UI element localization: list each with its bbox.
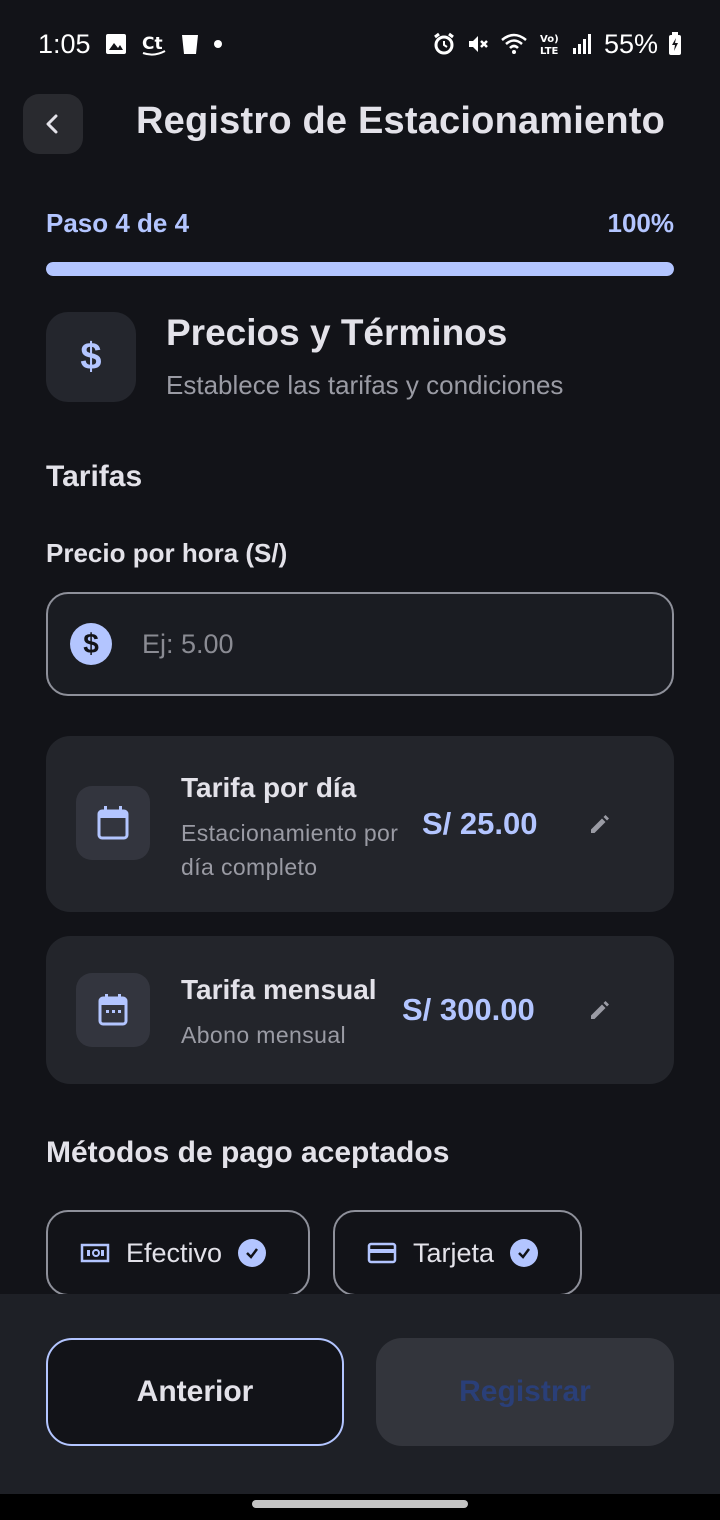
dollar-circle-icon: $ — [70, 623, 112, 665]
daily-rate-value: S/ 25.00 — [422, 806, 538, 841]
payment-chip-card[interactable]: Tarjeta — [333, 1210, 582, 1296]
monthly-rate-title: Tarifa mensual — [181, 974, 377, 1005]
dot-icon — [213, 39, 223, 49]
mute-icon — [466, 32, 490, 56]
status-left: 1:05 Ct — [38, 29, 223, 60]
check-circle-icon — [510, 1239, 539, 1267]
credit-card-icon — [367, 1242, 397, 1264]
svg-text:Vo): Vo) — [540, 34, 559, 45]
daily-rate-title: Tarifa por día — [181, 772, 357, 803]
monthly-rate-value: S/ 300.00 — [402, 992, 535, 1027]
cash-icon — [80, 1243, 110, 1263]
hourly-price-field[interactable]: $ — [46, 592, 674, 696]
status-right: Vo) LTE 55% — [432, 29, 682, 60]
ct-icon: Ct — [141, 32, 167, 56]
alarm-icon — [432, 32, 456, 56]
monthly-rate-description: Abono mensual — [181, 1022, 347, 1048]
progress-bar — [46, 262, 674, 276]
page-title: Registro de Estacionamiento — [136, 100, 666, 142]
battery-icon — [668, 32, 682, 56]
payment-methods-heading: Métodos de pago aceptados — [46, 1136, 450, 1169]
register-button[interactable]: Registrar — [376, 1338, 674, 1446]
cash-label: Efectivo — [126, 1237, 223, 1268]
svg-text:LTE: LTE — [540, 46, 559, 56]
dollar-icon: $ — [46, 312, 136, 402]
step-indicator: Paso 4 de 4 100% — [46, 208, 674, 239]
monthly-rate-card[interactable]: Tarifa mensual Abono mensual S/ 300.00 — [46, 936, 674, 1084]
status-bar: 1:05 Ct Vo) LTE 55% — [0, 0, 720, 88]
battery-percent: 55% — [603, 28, 658, 59]
daily-rate-card[interactable]: Tarifa por día Estacionamiento por día c… — [46, 736, 674, 912]
signal-icon — [572, 33, 594, 55]
back-button[interactable] — [23, 94, 83, 154]
step-percent: 100% — [607, 208, 675, 238]
section-title: Precios y Términos — [166, 312, 508, 353]
wifi-icon — [500, 32, 528, 56]
volte-icon: Vo) LTE — [538, 32, 562, 56]
check-circle-icon — [238, 1239, 267, 1267]
step-label: Paso 4 de 4 — [46, 208, 190, 238]
progress-fill — [46, 262, 674, 276]
calendar-icon — [76, 786, 150, 860]
chevron-left-icon — [46, 114, 58, 134]
tarifas-heading: Tarifas — [46, 460, 143, 493]
app-header: Registro de Estacionamiento — [0, 92, 720, 156]
calendar-month-icon — [76, 973, 150, 1047]
bottom-action-bar: Anterior Registrar — [0, 1294, 720, 1494]
edit-icon[interactable] — [586, 810, 614, 838]
svg-text:Ct: Ct — [142, 34, 163, 54]
hourly-price-input[interactable] — [142, 628, 622, 660]
daily-rate-description: Estacionamiento por día completo — [181, 820, 399, 880]
hourly-price-label: Precio por hora (S/) — [46, 538, 288, 568]
section-subtitle: Establece las tarifas y condiciones — [166, 370, 564, 400]
status-time: 1:05 — [38, 28, 91, 59]
cup-icon — [181, 33, 199, 55]
image-icon — [105, 33, 127, 55]
section-header: $ Precios y Términos Establece las tarif… — [46, 312, 674, 404]
card-label: Tarjeta — [413, 1237, 495, 1268]
payment-chip-cash[interactable]: Efectivo — [46, 1210, 310, 1296]
edit-icon[interactable] — [586, 996, 614, 1024]
home-indicator[interactable] — [252, 1500, 468, 1508]
previous-button[interactable]: Anterior — [46, 1338, 344, 1446]
